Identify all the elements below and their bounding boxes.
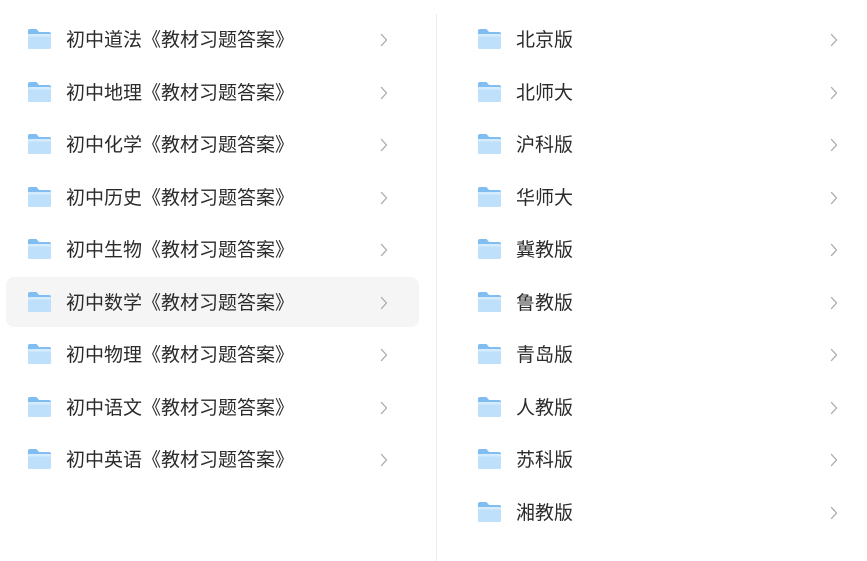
folder-row[interactable]: 初中英语《教材习题答案》	[6, 434, 419, 484]
chevron-right-icon	[830, 138, 838, 152]
left-folder-list: 初中道法《教材习题答案》 初中地理《教材习题答案》 初中化学《教材习题答案》 初…	[6, 14, 419, 487]
folder-label: 初中数学《教材习题答案》	[66, 291, 295, 314]
folder-label: 初中物理《教材习题答案》	[66, 344, 295, 366]
folder-row[interactable]: 初中物理《教材习题答案》	[6, 329, 419, 379]
folder-row[interactable]: 北师大	[456, 67, 856, 117]
folder-label: 人教版	[516, 396, 574, 419]
folder-label: 青岛版	[516, 344, 574, 366]
folder-row[interactable]: 青岛版	[456, 329, 856, 379]
chevron-right-icon	[380, 348, 388, 362]
chevron-right-icon	[380, 296, 388, 310]
folder-label: 初中语文《教材习题答案》	[66, 396, 295, 419]
folder-icon	[27, 81, 52, 103]
folder-label: 冀教版	[516, 239, 574, 261]
folder-icon	[477, 186, 502, 208]
folder-row[interactable]: 初中化学《教材习题答案》	[6, 119, 419, 169]
folder-row[interactable]: 初中数学《教材习题答案》	[6, 276, 419, 327]
folder-icon	[477, 133, 502, 155]
folder-row[interactable]: 初中生物《教材习题答案》	[6, 224, 419, 274]
folder-label: 北师大	[516, 81, 574, 104]
folder-row[interactable]: 北京版	[456, 14, 856, 64]
folder-row[interactable]: 鲁教版	[456, 277, 856, 327]
folder-row[interactable]: 冀教版	[456, 224, 856, 274]
folder-label: 苏科版	[516, 449, 574, 471]
folder-icon	[27, 28, 52, 50]
folder-label: 湘教版	[516, 501, 574, 524]
chevron-right-icon	[380, 243, 388, 257]
folder-label: 鲁教版	[516, 291, 574, 314]
folder-icon	[477, 448, 502, 470]
folder-label: 沪科版	[516, 134, 574, 156]
right-folder-list: 北京版 北师大 沪科版 华师大 冀教版 鲁教版 青岛版 人教版 苏科版 湘教版	[456, 14, 856, 539]
folder-label: 初中化学《教材习题答案》	[66, 134, 295, 156]
folder-row[interactable]: 初中地理《教材习题答案》	[6, 67, 419, 117]
chevron-right-icon	[830, 33, 838, 47]
folder-icon	[477, 81, 502, 103]
chevron-right-icon	[380, 138, 388, 152]
folder-row[interactable]: 初中语文《教材习题答案》	[6, 382, 419, 432]
folder-icon	[27, 186, 52, 208]
folder-icon	[477, 28, 502, 50]
folder-label: 初中道法《教材习题答案》	[66, 29, 295, 51]
chevron-right-icon	[380, 401, 388, 415]
column-divider	[436, 14, 437, 561]
folder-label: 初中地理《教材习题答案》	[66, 81, 295, 104]
chevron-right-icon	[830, 453, 838, 467]
folder-icon	[477, 238, 502, 260]
chevron-right-icon	[830, 243, 838, 257]
folder-label: 初中历史《教材习题答案》	[66, 186, 295, 209]
folder-icon	[477, 343, 502, 365]
folder-label: 初中英语《教材习题答案》	[66, 449, 295, 471]
folder-icon	[27, 238, 52, 260]
folder-icon	[27, 291, 52, 313]
chevron-right-icon	[380, 191, 388, 205]
chevron-right-icon	[380, 86, 388, 100]
folder-icon	[27, 396, 52, 418]
folder-icon	[27, 448, 52, 470]
folder-row[interactable]: 沪科版	[456, 119, 856, 169]
folder-row[interactable]: 华师大	[456, 172, 856, 222]
folder-icon	[477, 501, 502, 523]
folder-row[interactable]: 初中历史《教材习题答案》	[6, 172, 419, 222]
folder-row[interactable]: 湘教版	[456, 487, 856, 537]
chevron-right-icon	[830, 348, 838, 362]
folder-icon	[27, 343, 52, 365]
chevron-right-icon	[830, 191, 838, 205]
folder-icon	[27, 133, 52, 155]
folder-row[interactable]: 人教版	[456, 382, 856, 432]
chevron-right-icon	[380, 33, 388, 47]
folder-icon	[477, 396, 502, 418]
folder-icon	[477, 291, 502, 313]
folder-label: 华师大	[516, 186, 574, 209]
chevron-right-icon	[380, 453, 388, 467]
folder-label: 北京版	[516, 29, 574, 51]
chevron-right-icon	[830, 86, 838, 100]
chevron-right-icon	[830, 506, 838, 520]
chevron-right-icon	[830, 401, 838, 415]
chevron-right-icon	[830, 296, 838, 310]
folder-row[interactable]: 初中道法《教材习题答案》	[6, 14, 419, 64]
folder-label: 初中生物《教材习题答案》	[66, 239, 295, 261]
folder-row[interactable]: 苏科版	[456, 434, 856, 484]
